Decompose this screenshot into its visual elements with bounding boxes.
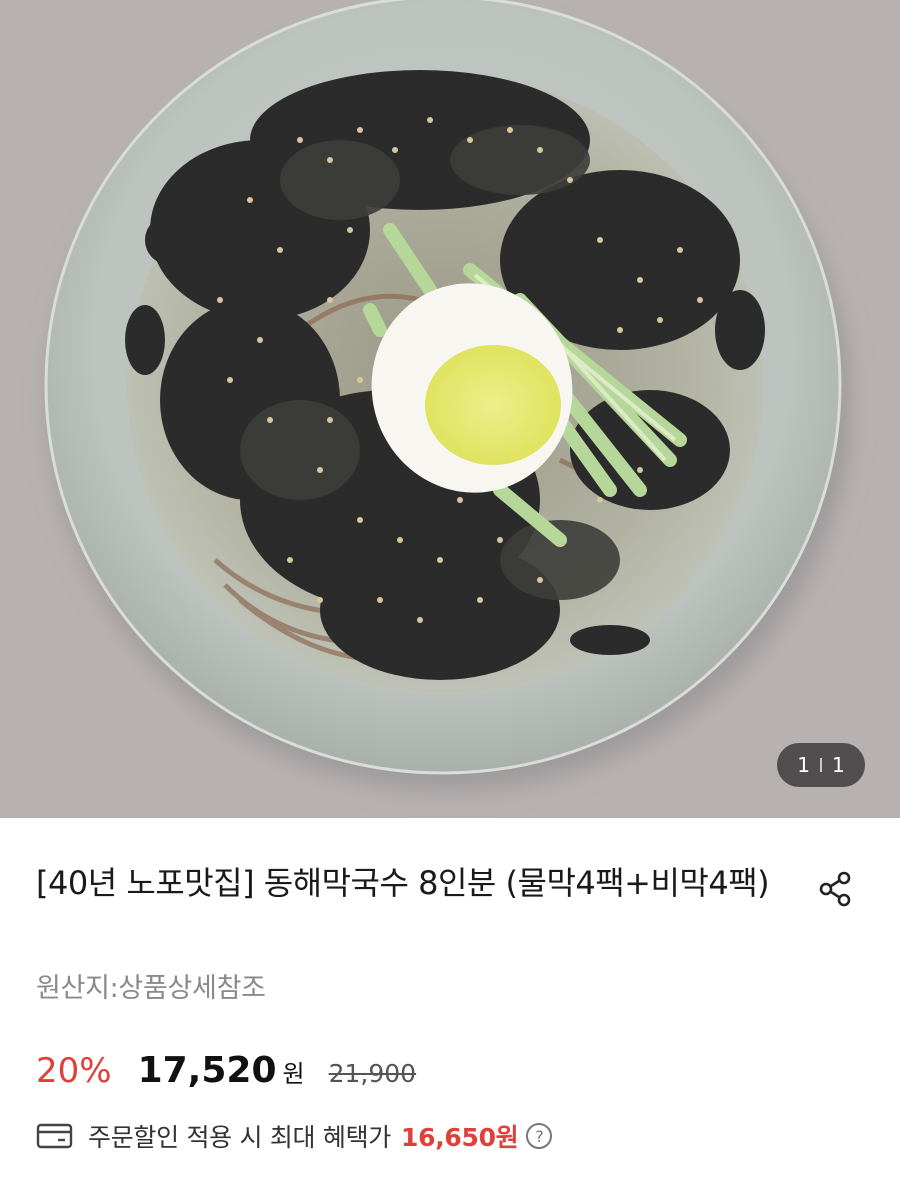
product-origin: 원산지:상품상세참조 — [36, 973, 266, 1004]
image-counter-separator — [820, 758, 822, 772]
benefit-row[interactable]: 주문할인 적용 시 최대 혜택가 16,650원 ? — [36, 1118, 553, 1154]
product-info: [40년 노포맛집] 동해막국수 8인분 (물막4팩+비막4팩) 원산지:상품상… — [0, 818, 900, 1184]
product-image — [0, 0, 900, 818]
product-detail-page: 1 1 [40년 노포맛집] 동해막국수 8인분 (물막4팩+비막4팩) 원산지… — [0, 0, 900, 1184]
price-row: 20% 17,520 원 21,900 — [36, 1050, 416, 1100]
product-image-carousel[interactable]: 1 1 — [0, 0, 900, 818]
share-button[interactable] — [812, 866, 858, 912]
image-counter-total: 1 — [832, 753, 845, 777]
product-title: [40년 노포맛집] 동해막국수 8인분 (물막4팩+비막4팩) — [36, 864, 770, 902]
image-counter-current: 1 — [797, 753, 810, 777]
benefit-price: 16,650원 — [401, 1123, 519, 1152]
share-icon — [819, 871, 851, 907]
image-counter: 1 1 — [777, 743, 865, 787]
help-icon[interactable]: ? — [526, 1123, 553, 1149]
original-price: 21,900 — [328, 1059, 417, 1088]
price-unit: 원 — [282, 1060, 305, 1088]
sale-price: 17,520 — [137, 1050, 277, 1091]
benefit-label: 주문할인 적용 시 최대 혜택가 — [88, 1123, 391, 1152]
discount-rate: 20% — [36, 1051, 112, 1091]
card-icon — [36, 1122, 74, 1150]
